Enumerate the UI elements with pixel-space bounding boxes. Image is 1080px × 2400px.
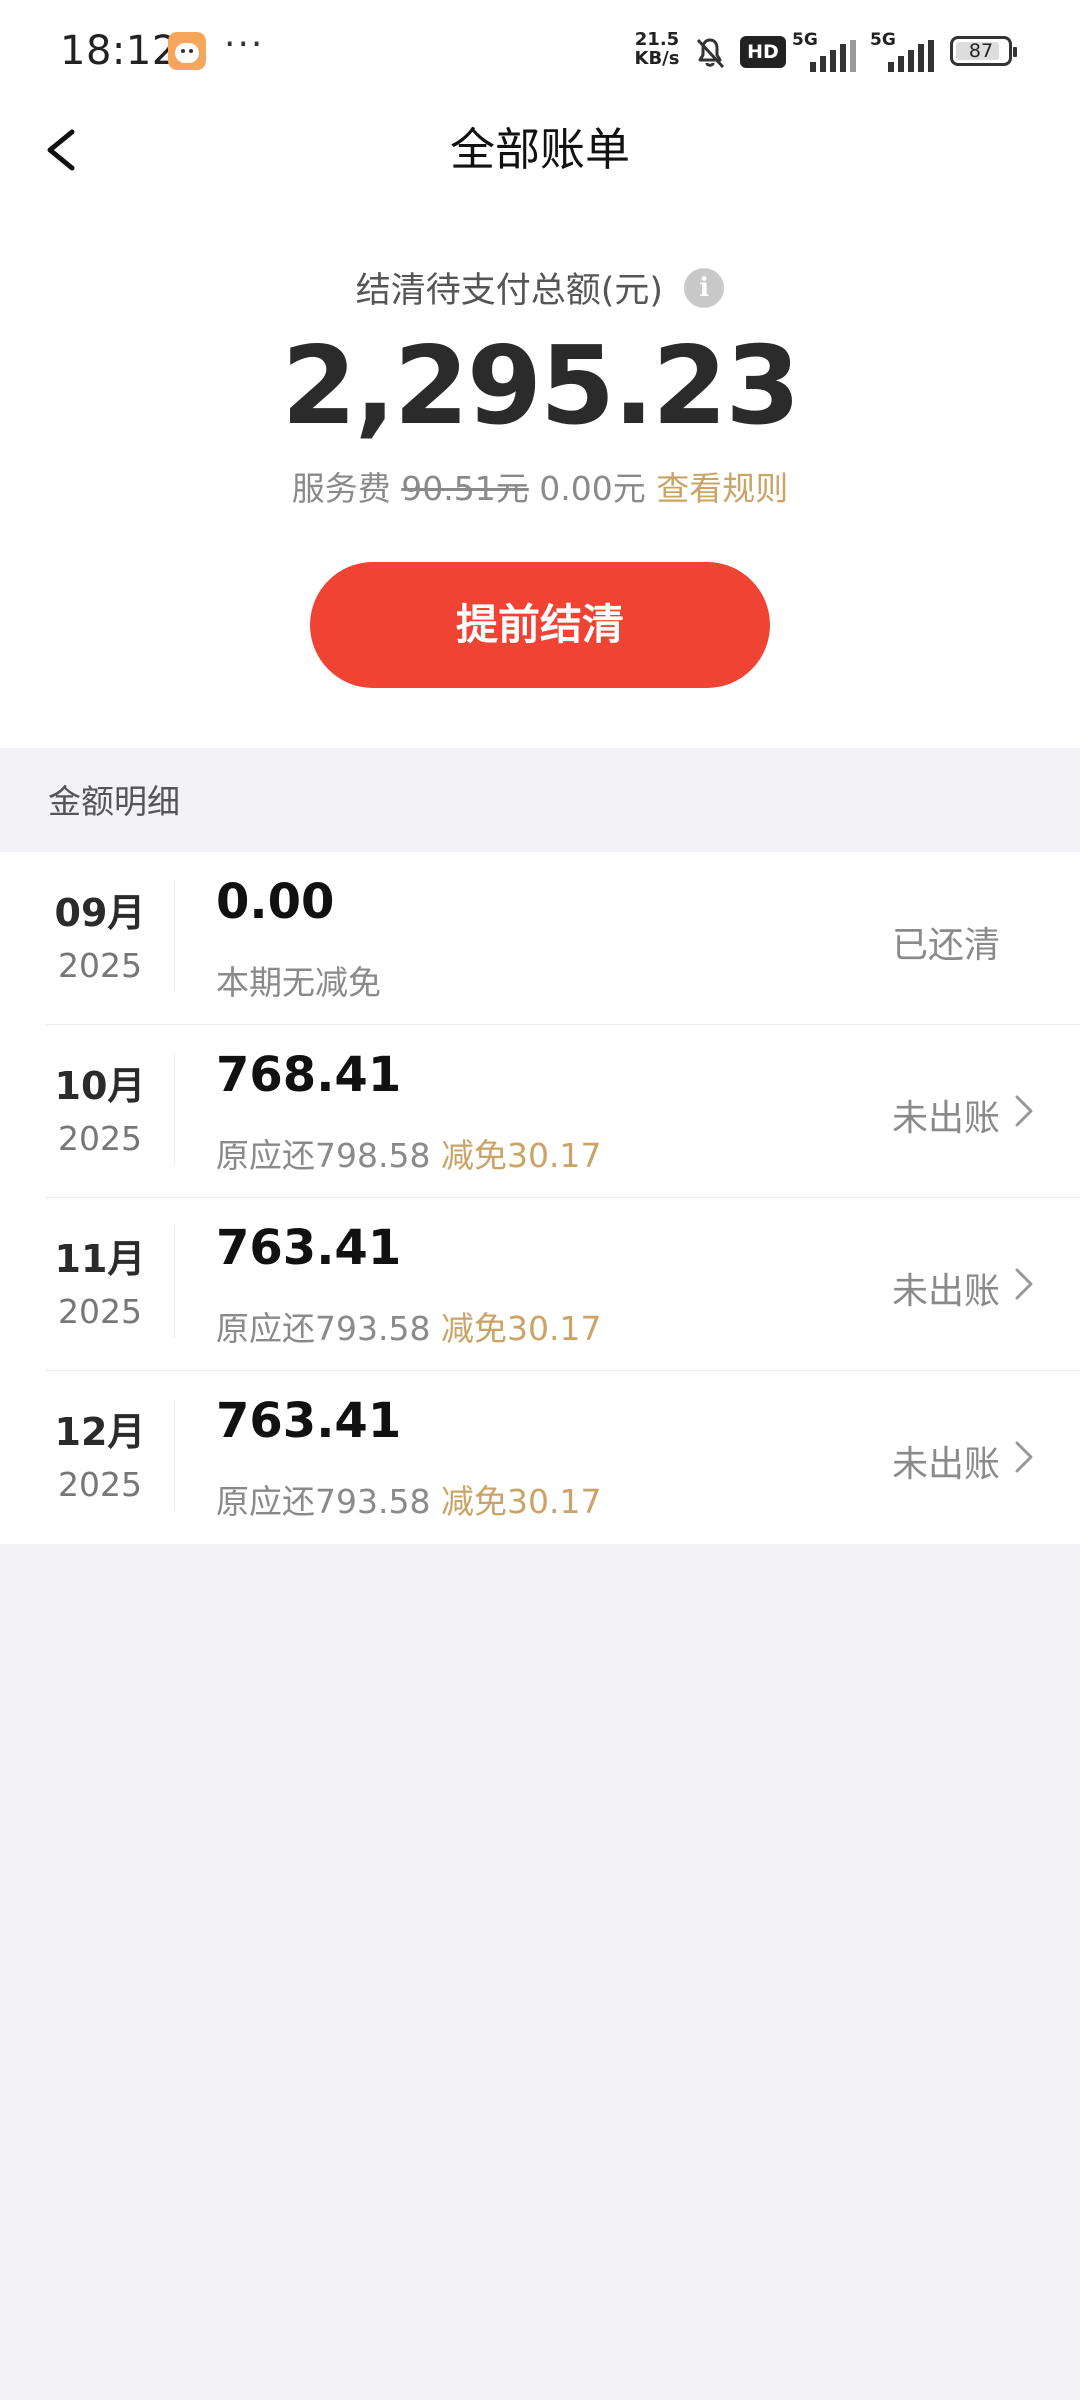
bill-year: 2025 — [58, 946, 142, 985]
bill-month: 11月 — [54, 1237, 146, 1281]
fee-current: 0.00元 — [539, 469, 646, 508]
bill-year: 2025 — [58, 1119, 142, 1158]
bill-status: 未出账 — [891, 1444, 1000, 1485]
page-title: 全部账单 — [449, 123, 630, 176]
reduction-amount: 减免30.17 — [440, 1482, 602, 1521]
bill-year: 2025 — [58, 1292, 142, 1331]
bill-month: 10月 — [54, 1064, 146, 1108]
bill-row: 09月 2025 0.00 本期无减免 已还清 — [0, 852, 1080, 1025]
nav-header: 全部账单 — [0, 100, 1080, 200]
network-speed-unit: KB/s — [634, 48, 680, 69]
status-time: 18:12 — [60, 28, 178, 74]
total-amount: 2,295.23 — [281, 324, 801, 449]
section-title: 金额明细 — [48, 782, 180, 821]
bill-breakdown: 原应还793.58 减免30.17 — [216, 1302, 601, 1350]
bill-breakdown: 原应还793.58 减免30.17 — [216, 1475, 601, 1523]
bill-row[interactable]: 10月 2025 768.41 原应还798.58 减免30.17 未出账 — [0, 1025, 1080, 1198]
battery-icon: 87 — [950, 36, 1017, 66]
hd-voice-badge: HD — [740, 36, 786, 68]
bill-note: 本期无减免 — [216, 963, 381, 1002]
bill-amount: 763.41 — [216, 1220, 402, 1276]
bill-status: 已还清 — [891, 925, 1000, 966]
row-separator — [174, 1053, 175, 1165]
bill-amount: 0.00 — [216, 874, 335, 930]
signal-bars-icon — [888, 40, 934, 72]
original-amount: 原应还798.58 — [216, 1136, 431, 1175]
fee-label: 服务费 — [291, 469, 391, 508]
original-amount: 原应还793.58 — [216, 1309, 431, 1348]
bill-amount: 768.41 — [216, 1047, 402, 1103]
bill-amount: 763.41 — [216, 1393, 402, 1449]
bill-list: 09月 2025 0.00 本期无减免 已还清 10月 2025 768.41 … — [0, 852, 1080, 1544]
status-bar: 18:12 ··· 21.5 KB/s HD 5G 5G 87 — [0, 0, 1080, 100]
fee-original: 90.51元 — [401, 469, 529, 508]
bill-month: 12月 — [54, 1410, 146, 1454]
bill-month: 09月 — [54, 891, 146, 935]
row-separator — [174, 880, 175, 992]
bill-year: 2025 — [58, 1465, 142, 1504]
row-separator — [174, 1226, 175, 1338]
network-speed: 21.5 KB/s — [632, 30, 682, 68]
chevron-right-icon — [1015, 1095, 1033, 1127]
service-fee-row: 服务费 90.51元 0.00元 查看规则 — [0, 464, 1080, 514]
bill-status: 未出账 — [891, 1271, 1000, 1312]
summary-label-row: 结清待支付总额(元) i — [0, 262, 1080, 311]
bill-row[interactable]: 11月 2025 763.41 原应还793.58 减免30.17 未出账 — [0, 1198, 1080, 1371]
chevron-right-icon — [1015, 1441, 1033, 1473]
info-icon[interactable]: i — [684, 267, 725, 308]
row-separator — [174, 1399, 175, 1511]
battery-level: 87 — [968, 40, 994, 62]
reduction-amount: 减免30.17 — [440, 1136, 602, 1175]
page: 18:12 ··· 21.5 KB/s HD 5G 5G 87 全部账单 结清待… — [0, 0, 1080, 2400]
summary-card: 结清待支付总额(元) i 2,295.23 服务费 90.51元 0.00元 查… — [0, 200, 1080, 748]
bell-muted-icon — [696, 38, 725, 69]
early-settle-button[interactable]: 提前结清 — [310, 562, 770, 688]
more-notifications-icon: ··· — [224, 24, 265, 65]
bill-breakdown: 原应还798.58 减免30.17 — [216, 1129, 601, 1177]
chevron-right-icon — [1015, 1268, 1033, 1300]
bill-row[interactable]: 12月 2025 763.41 原应还793.58 减免30.17 未出账 — [0, 1371, 1080, 1544]
bill-status: 未出账 — [891, 1098, 1000, 1139]
signal-bars-icon — [810, 40, 856, 72]
original-amount: 原应还793.58 — [216, 1482, 431, 1521]
app-notification-icon — [168, 32, 206, 70]
summary-label: 结清待支付总额(元) — [355, 271, 664, 311]
view-rules-link[interactable]: 查看规则 — [656, 469, 788, 508]
reduction-amount: 减免30.17 — [440, 1309, 602, 1348]
network-speed-value: 21.5 — [634, 29, 680, 50]
